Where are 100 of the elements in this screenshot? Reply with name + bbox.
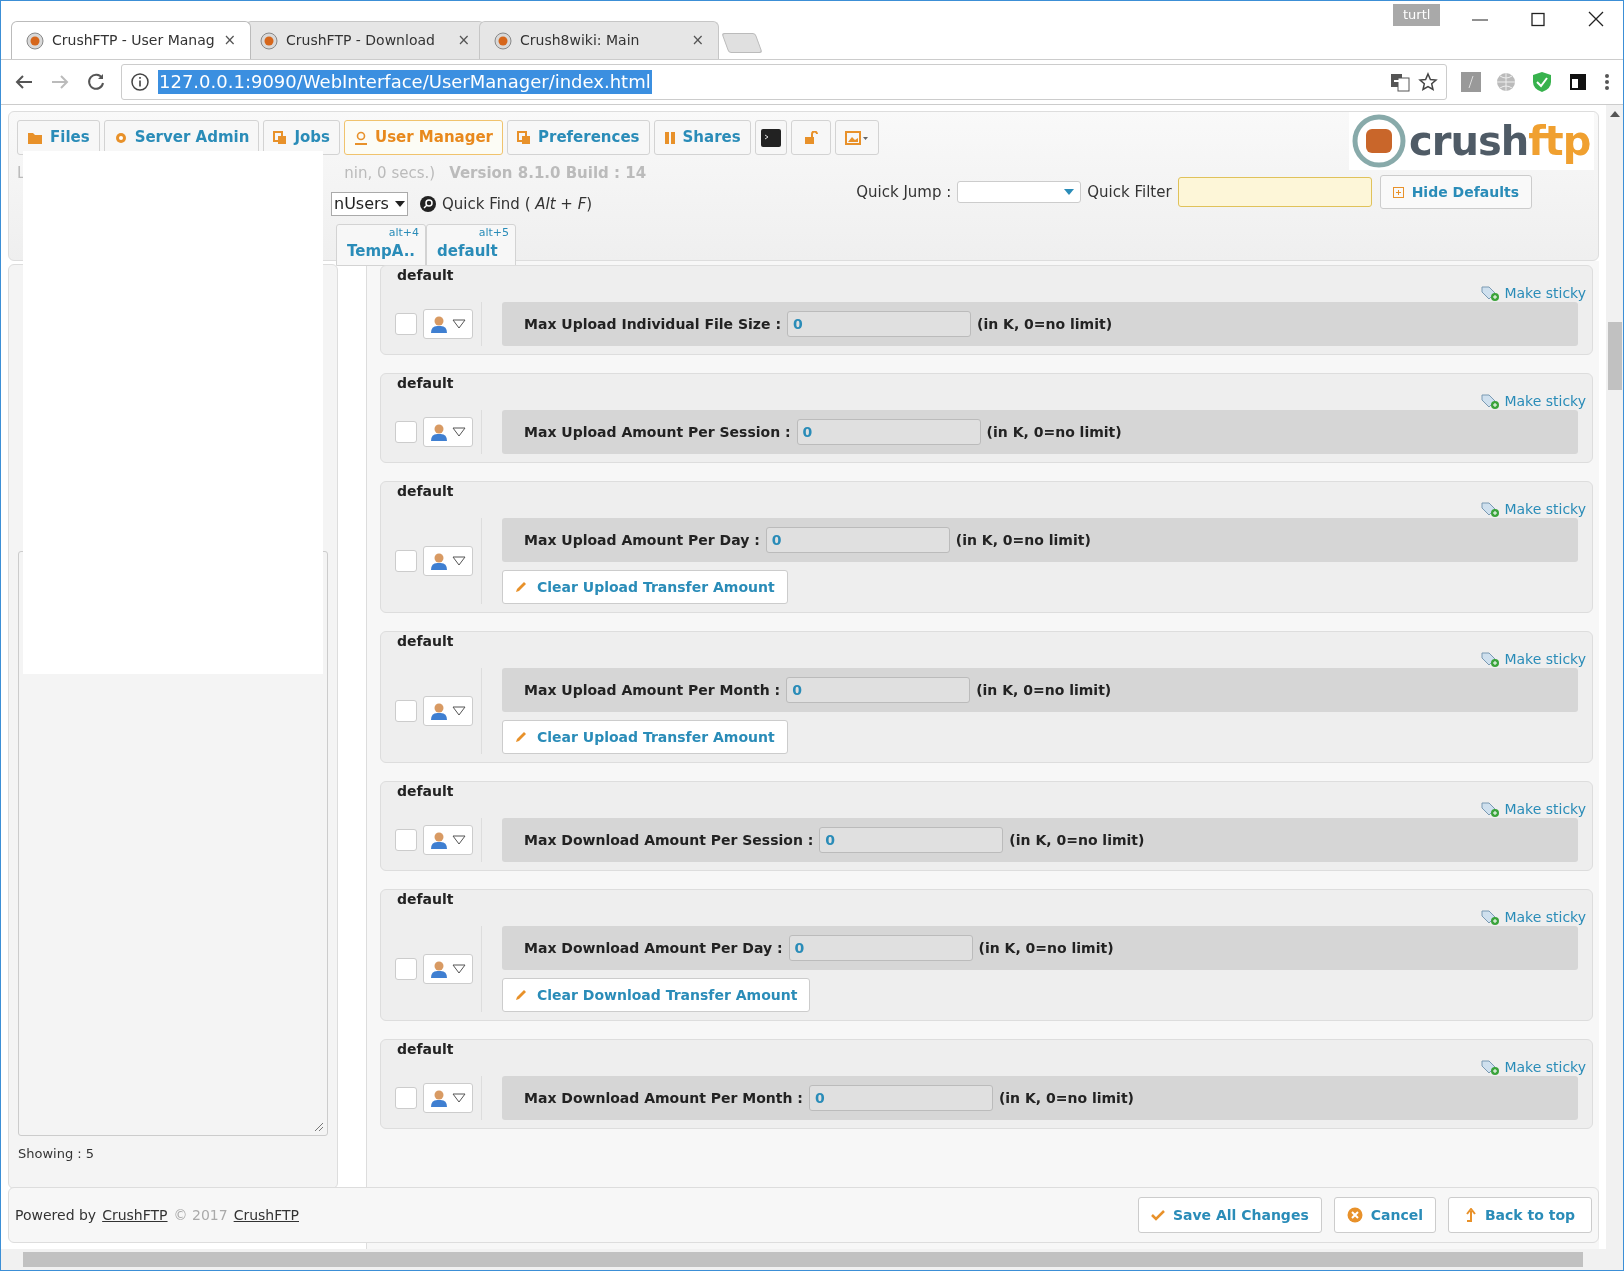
shield-check-icon[interactable] [1531, 71, 1553, 93]
checkbox[interactable] [395, 958, 417, 980]
value-field[interactable]: 0 [787, 311, 971, 337]
powered-by-text: Powered by [15, 1205, 97, 1225]
clear-transfer-button[interactable]: Clear Upload Transfer Amount [502, 720, 788, 754]
image-menu-button[interactable] [834, 120, 879, 155]
pencil-icon [515, 581, 527, 593]
cancel-icon [1346, 1207, 1363, 1223]
checkmark-icon [1150, 1209, 1165, 1221]
unit-hint: (in K, 0=no limit) [977, 314, 1113, 334]
hide-defaults-button[interactable]: Hide Defaults [1379, 175, 1532, 209]
setting-label: Max Download Amount Per Session : [524, 830, 814, 850]
value-field[interactable]: 0 [796, 419, 981, 445]
nav-tab[interactable]: Preferences [507, 120, 650, 155]
tab-favicon-icon [494, 31, 512, 50]
value-field[interactable]: 0 [765, 527, 950, 553]
resize-handle-icon[interactable] [314, 1122, 324, 1132]
tag-add-icon [1480, 801, 1501, 817]
user-icon [353, 130, 368, 145]
checkbox[interactable] [395, 313, 417, 335]
value-field[interactable]: 0 [808, 1085, 993, 1111]
clear-transfer-button[interactable]: Clear Download Transfer Amount [502, 978, 811, 1012]
user-inherit-button[interactable] [423, 309, 473, 339]
checkbox[interactable] [395, 550, 417, 572]
user-inherit-button[interactable] [423, 417, 473, 447]
quick-filter-field[interactable] [1177, 177, 1372, 207]
reload-icon[interactable] [85, 71, 107, 93]
user-inherit-button[interactable] [423, 825, 473, 855]
terminal-button[interactable] [754, 120, 787, 155]
browser-tab[interactable]: CrushFTP - User Manag × [11, 21, 251, 59]
dropdown-caret-icon [452, 556, 466, 566]
clear-transfer-button[interactable]: Clear Upload Transfer Amount [502, 570, 788, 604]
tab-close-button[interactable]: × [691, 29, 704, 52]
image-icon [844, 130, 869, 145]
profile-badge[interactable]: turtl [1393, 4, 1441, 26]
setting-label: Max Download Amount Per Day : [524, 938, 783, 958]
search-icon[interactable] [419, 196, 436, 212]
make-sticky-link[interactable]: Make sticky [1480, 906, 1586, 928]
checkbox[interactable] [395, 421, 417, 443]
browser-tab[interactable]: Crush8wiki: Main × [479, 21, 719, 59]
terminal-icon [760, 128, 781, 147]
cancel-button[interactable]: Cancel [1333, 1197, 1436, 1233]
translate-icon[interactable] [1390, 72, 1410, 92]
gear-icon [113, 130, 128, 145]
dropdown-caret-icon [452, 319, 466, 329]
user-inherit-button[interactable] [423, 954, 473, 984]
setting-label: Max Download Amount Per Month : [524, 1088, 803, 1108]
make-sticky-link[interactable]: Make sticky [1480, 390, 1586, 412]
value-field[interactable]: 0 [788, 935, 973, 961]
user-inherit-button[interactable] [423, 1083, 473, 1113]
dropdown-caret-icon [394, 200, 405, 208]
copy-icon [517, 130, 531, 145]
version-text: Version 8.1.0 Build : 14 [449, 163, 647, 184]
setting-legend: default [397, 265, 454, 286]
make-sticky-link[interactable]: Make sticky [1480, 648, 1586, 670]
book-icon [663, 130, 676, 145]
make-sticky-link[interactable]: Make sticky [1480, 498, 1586, 520]
nav-tab[interactable]: Shares [653, 120, 751, 155]
make-sticky-link[interactable]: Make sticky [1480, 798, 1586, 820]
setting-legend: default [397, 481, 454, 502]
make-sticky-link[interactable]: Make sticky [1480, 1056, 1586, 1078]
extension-icon[interactable] [1567, 71, 1589, 93]
menu-icon[interactable] [1603, 71, 1611, 93]
pencil-icon [515, 989, 527, 1001]
session-text: nin, 0 secs.) [344, 163, 436, 184]
setting-label: Max Upload Amount Per Session : [524, 422, 791, 442]
crushftp-link[interactable]: CrushFTP [102, 1204, 168, 1226]
tag-add-icon [1480, 1059, 1501, 1075]
checkbox[interactable] [395, 829, 417, 851]
value-field[interactable]: 0 [786, 677, 971, 703]
user-icon [430, 1089, 448, 1107]
address-bar[interactable]: 127.0.0.1:9090/WebInterface/UserManager/index.html [121, 64, 1447, 100]
crushftp-link[interactable]: CrushFTP [233, 1204, 299, 1226]
info-icon[interactable] [130, 72, 150, 92]
user-inherit-button[interactable] [423, 546, 473, 576]
bookmark-star-icon[interactable] [1418, 72, 1438, 92]
user-tab[interactable]: alt+5 default [426, 224, 517, 266]
unit-hint: (in K, 0=no limit) [986, 422, 1122, 442]
tab-favicon-icon [260, 31, 278, 50]
shortcut-hint: alt+4 [388, 225, 420, 241]
url-text: 127.0.0.1:9090/WebInterface/UserManager/index.html [158, 70, 652, 94]
back-to-top-button[interactable]: Back to top [1448, 1197, 1592, 1233]
user-inherit-button[interactable] [423, 696, 473, 726]
unit-hint: (in K, 0=no limit) [978, 938, 1114, 958]
checkbox[interactable] [395, 700, 417, 722]
value-field[interactable]: 0 [819, 827, 1004, 853]
checkbox[interactable] [395, 1087, 417, 1109]
user-list-dropdown[interactable]: nUsers [331, 192, 408, 216]
make-sticky-link[interactable]: Make sticky [1480, 282, 1586, 304]
dropdown-caret-icon [452, 427, 466, 437]
tab-close-button[interactable]: × [223, 29, 236, 52]
nav-tab[interactable]: Jobs [263, 120, 340, 155]
dropdown-caret-icon [452, 964, 466, 974]
pencil-icon [515, 731, 527, 743]
tab-close-button[interactable]: × [457, 29, 470, 52]
nav-tab[interactable]: User Manager [343, 120, 503, 155]
user-tab[interactable]: alt+4 TempA.. [336, 224, 427, 266]
user-icon [430, 315, 448, 333]
quick-jump-label: Quick Jump : [856, 181, 952, 203]
save-button[interactable]: Save All Changes [1137, 1197, 1322, 1233]
